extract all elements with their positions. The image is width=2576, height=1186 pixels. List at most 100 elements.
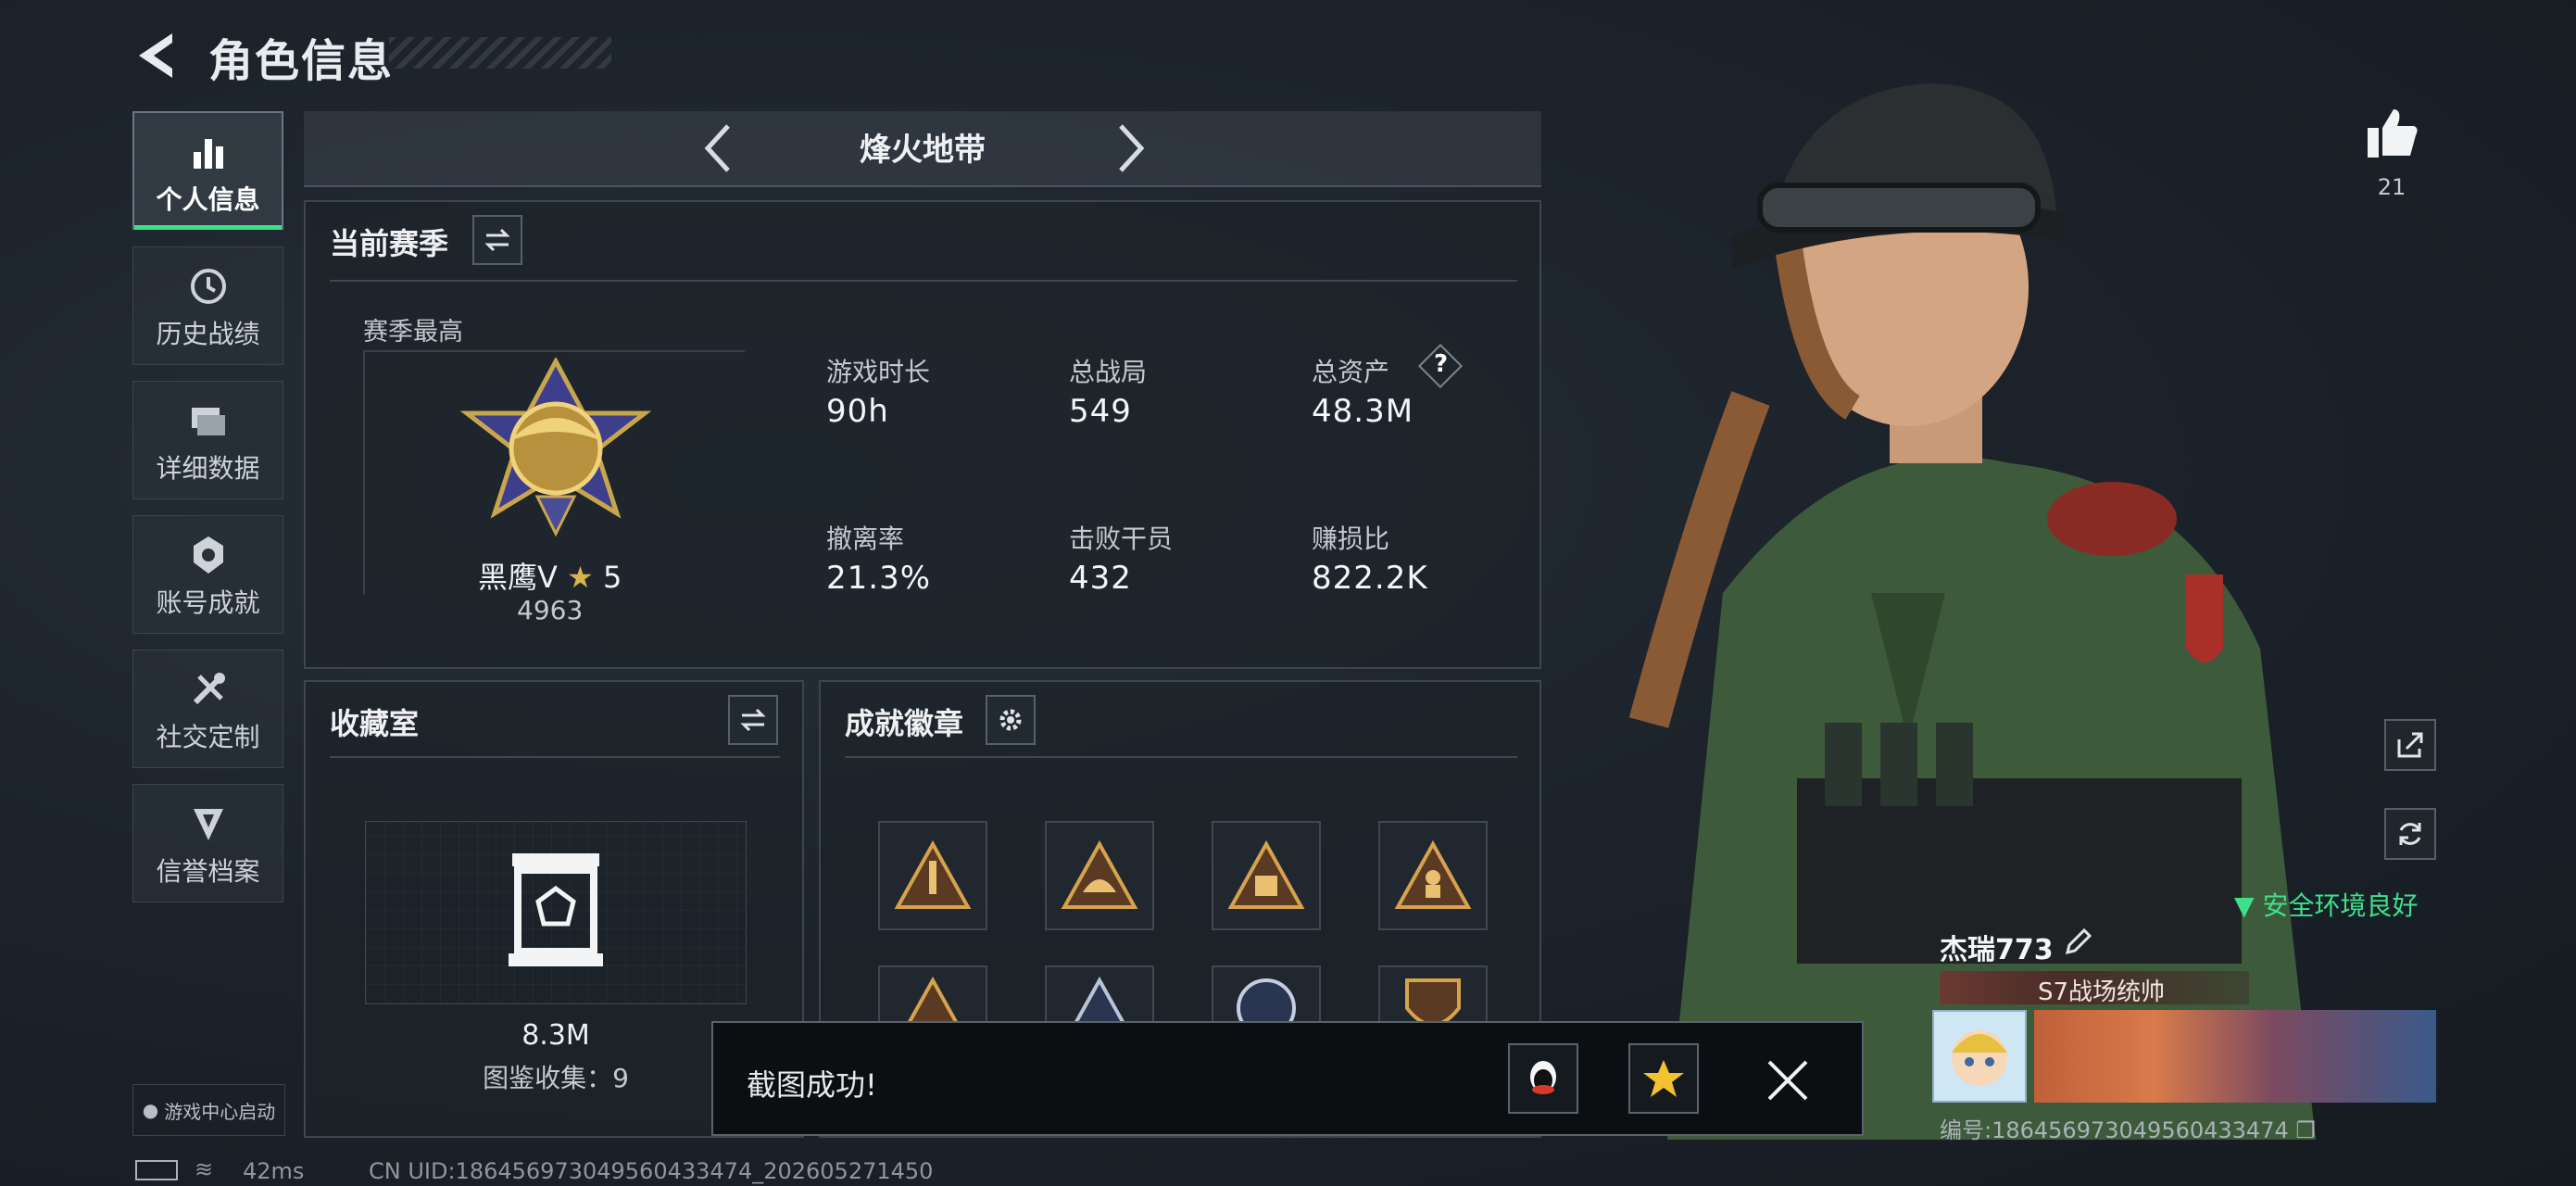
close-toast-button[interactable]	[1762, 1054, 1814, 1106]
stat-label-profit-ratio: 赚损比	[1312, 524, 1390, 554]
like-button[interactable]	[2362, 104, 2421, 163]
swap-arrows-icon	[740, 708, 766, 732]
like-count: 21	[2377, 174, 2406, 200]
pencil-icon	[2065, 927, 2092, 955]
stat-value-total-matches: 549	[1069, 393, 1132, 430]
stat-label-extract-rate: 撤离率	[826, 524, 905, 554]
player-id-row: 编号:1864569730495604334​74 ❐	[1940, 1112, 2316, 1144]
refresh-button[interactable]	[2384, 808, 2436, 860]
sidebar-item-label: 社交定制	[156, 722, 260, 752]
safe-environment-label: 安全环境良好	[2262, 890, 2419, 921]
shield-check-icon: ▼	[2234, 890, 2255, 921]
season-best-label: 赛季最高	[363, 318, 463, 347]
mode-selector: 烽火地带	[304, 111, 1541, 187]
soldier-badge-icon	[1394, 840, 1472, 909]
sidebar-item-label: 详细数据	[156, 453, 260, 484]
divider	[845, 756, 1517, 758]
share-qzone-button[interactable]	[1628, 1043, 1699, 1114]
achievement-badge[interactable]	[1212, 821, 1321, 930]
game-center-label: 游戏中心启动	[164, 1100, 276, 1123]
uid-text: CN UID:18645697304956043347​4_2026052714…	[369, 1158, 934, 1184]
stat-label-play-time: 游戏时长	[826, 357, 931, 387]
stat-label-total-assets: 总资产	[1312, 357, 1390, 387]
rank-emblem-icon	[459, 358, 652, 537]
history-clock-icon	[190, 269, 226, 304]
sidebar-item-social[interactable]: 社交定制	[132, 650, 283, 768]
achievement-medal-icon	[193, 536, 223, 574]
collection-switch-button[interactable]	[728, 695, 778, 745]
helmet-badge-icon	[1061, 840, 1138, 909]
avatar-cartoon-icon	[1952, 1030, 2007, 1086]
sidebar-item-personal-info[interactable]: 个人信息	[132, 111, 283, 230]
profile-banner	[2034, 1010, 2436, 1103]
player-name: 杰瑞773	[1940, 934, 2054, 966]
collection-title: 收藏室	[330, 706, 420, 741]
game-center-launch-button[interactable]: ● 游戏中心启动	[132, 1084, 285, 1136]
back-button[interactable]	[130, 28, 185, 83]
battery-icon	[135, 1160, 178, 1180]
qq-penguin-icon	[1530, 1061, 1556, 1094]
achievement-badge[interactable]	[1045, 821, 1154, 930]
achievement-badge[interactable]	[878, 821, 987, 930]
share-icon	[2397, 732, 2423, 758]
crate-badge-icon	[1227, 840, 1305, 909]
tools-icon	[193, 673, 225, 705]
share-qq-button[interactable]	[1508, 1043, 1578, 1114]
stat-value-total-assets: 48.3M	[1312, 393, 1414, 430]
achievement-badge[interactable]	[1378, 821, 1488, 930]
rank-name: 黑鹰V	[478, 560, 558, 595]
rocket-badge-icon	[894, 840, 972, 909]
screenshot-toast: 截图成功!	[711, 1021, 1864, 1136]
player-id: 编号:1864569730495604334​74	[1940, 1117, 2289, 1143]
folder-stack-icon	[191, 408, 225, 435]
collection-showcase[interactable]	[365, 821, 747, 1004]
divider	[330, 280, 1517, 282]
stat-value-profit-ratio: 822.2K	[1312, 560, 1428, 597]
thumbs-up-icon	[2368, 109, 2418, 158]
stat-label-operators-defeated: 击败干员	[1069, 524, 1174, 554]
wifi-icon: ≋	[195, 1156, 214, 1182]
star-icon: ★	[567, 560, 594, 595]
stat-value-play-time: 90h	[826, 393, 889, 430]
sidebar-item-detailed-data[interactable]: 详细数据	[132, 381, 283, 499]
user-icon: ●	[142, 1099, 159, 1121]
sidebar-item-label: 信誉档案	[156, 856, 260, 887]
rank-score: 4963	[517, 595, 584, 625]
share-button[interactable]	[2384, 719, 2436, 771]
rank-stars: 5	[602, 560, 622, 595]
divider	[330, 756, 780, 758]
sidebar-item-label: 个人信息	[156, 184, 260, 215]
sidebar-item-history[interactable]: 历史战绩	[132, 246, 283, 365]
rank-name-row: 黑鹰V ★ 5	[478, 554, 622, 597]
achievements-settings-button[interactable]	[986, 695, 1036, 745]
next-mode-button[interactable]	[1102, 119, 1158, 178]
copy-icon[interactable]: ❐	[2295, 1117, 2316, 1143]
safe-environment-status: ▼ 安全环境良好	[2234, 886, 2418, 923]
back-arrow-icon	[139, 33, 172, 78]
sidebar-item-label: 历史战绩	[156, 319, 260, 349]
season-switch-button[interactable]	[472, 215, 522, 265]
player-title: S7战场统帅	[2038, 978, 2166, 1006]
achievements-title: 成就徽章	[845, 706, 964, 741]
chevron-right-icon	[1119, 124, 1145, 172]
sidebar-item-credit[interactable]: 信誉档案	[132, 784, 283, 902]
sidebar-item-achievements[interactable]: 账号成就	[132, 515, 283, 634]
mode-label: 烽火地带	[860, 132, 986, 169]
bar-chart-icon	[193, 139, 223, 169]
close-icon	[1767, 1060, 1808, 1101]
stat-value-extract-rate: 21.3%	[826, 560, 932, 597]
title-decoration	[389, 37, 611, 69]
season-title: 当前赛季	[330, 226, 449, 261]
help-icon-glyph: ?	[1434, 350, 1449, 378]
season-panel: 当前赛季 赛季最高 黑鹰V ★ 5 4963 游戏时长 90h 总战局 549 …	[304, 200, 1541, 669]
sidebar-item-label: 账号成就	[156, 587, 260, 618]
ping-value: 42ms	[243, 1158, 305, 1184]
avatar[interactable]	[1932, 1010, 2027, 1103]
swap-arrows-icon	[484, 228, 510, 252]
refresh-icon	[2399, 823, 2421, 845]
edit-name-button[interactable]	[2062, 927, 2093, 958]
stat-value-operators-defeated: 432	[1069, 560, 1132, 597]
stat-label-total-matches: 总战局	[1069, 357, 1148, 387]
shield-badge-icon	[193, 809, 223, 840]
page-title: 角色信息	[208, 35, 395, 87]
